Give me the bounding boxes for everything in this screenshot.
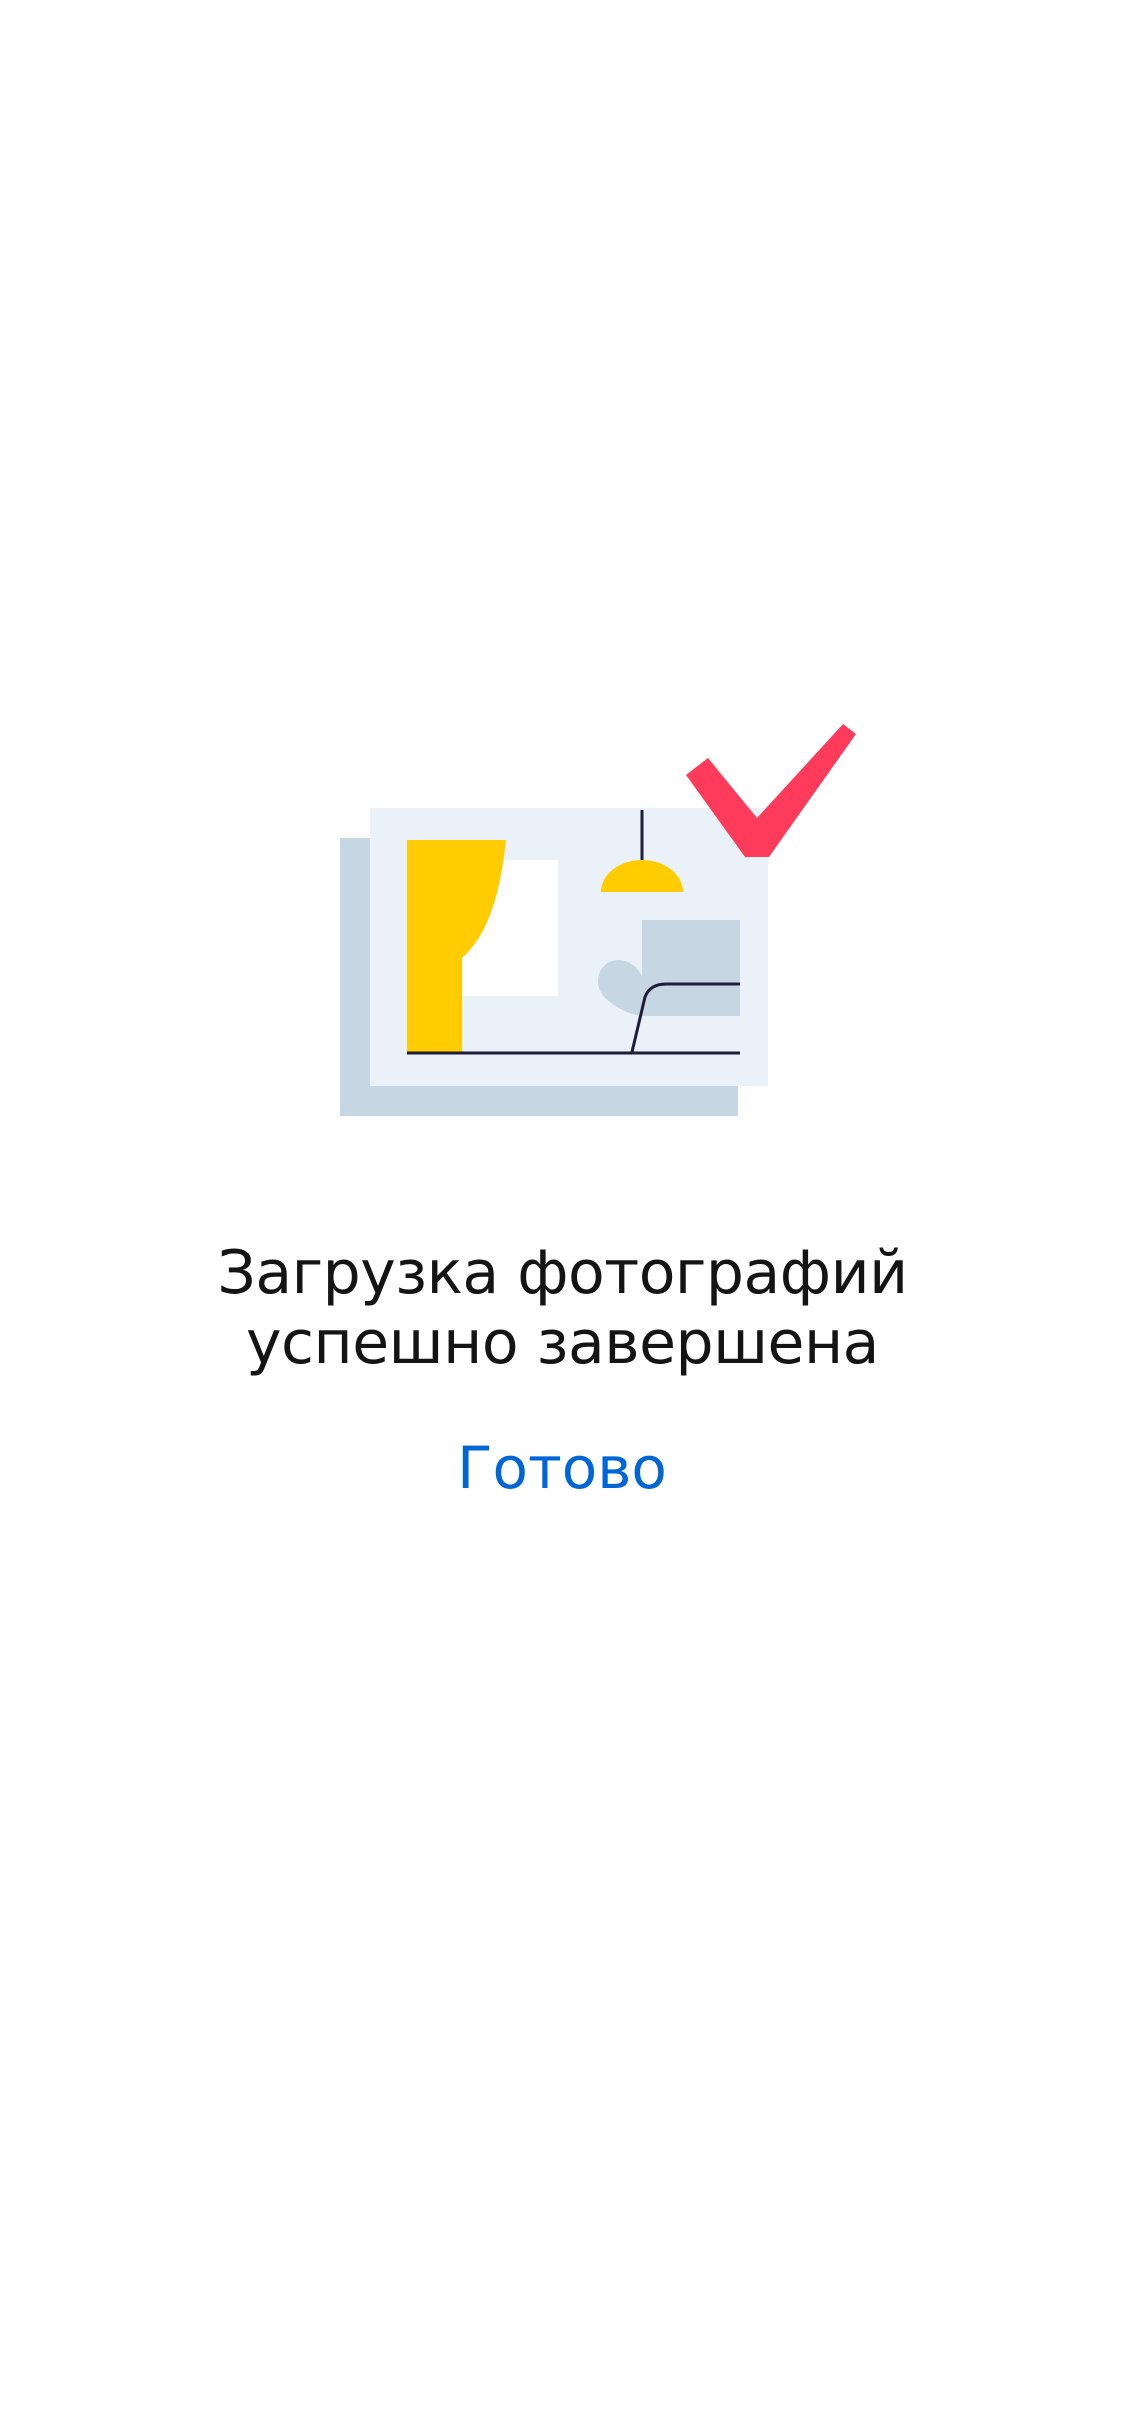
upload-success-screen: Загрузка фотографий успешно завершена Го… <box>0 0 1125 2436</box>
message-line-1: Загрузка фотографий <box>217 1238 908 1308</box>
done-button[interactable]: Готово <box>412 1418 712 1518</box>
photo-upload-success-illustration <box>340 724 856 1116</box>
message-line-2: успешно завершена <box>246 1308 879 1378</box>
upload-success-message: Загрузка фотографий успешно завершена <box>0 1238 1125 1378</box>
